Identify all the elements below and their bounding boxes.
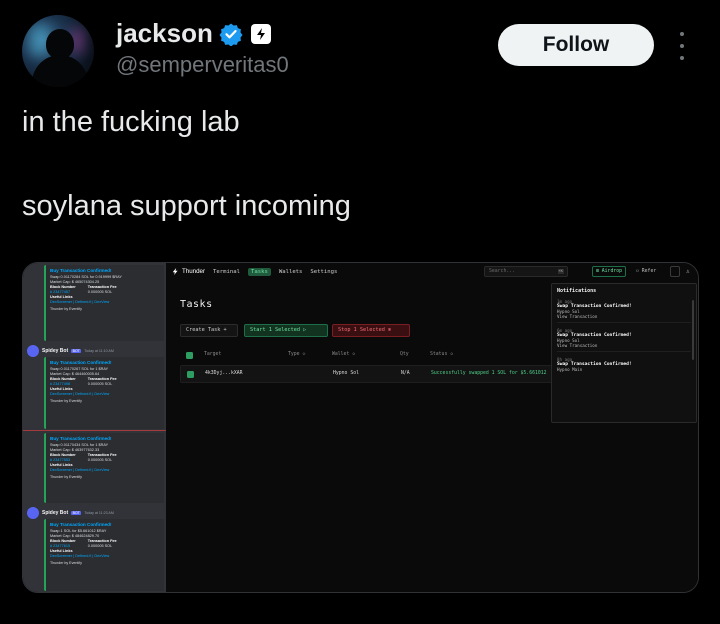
user-handle[interactable]: @semperveritas0: [116, 52, 289, 78]
embed-links[interactable]: DexScreener | Defined.fi | DexView: [50, 392, 160, 397]
message-time: Today at 11:23 AM: [84, 511, 114, 515]
select-all-checkbox[interactable]: [186, 352, 193, 359]
table-header: Target Type ◇ Wallet ◇ Qty Status ◇: [180, 351, 560, 361]
notification-item[interactable]: 6m ago Swap Transaction Confirmed! Hypno…: [557, 328, 691, 352]
notifications-scrollbar[interactable]: [692, 300, 694, 360]
row-wallet: Hypno Sol: [333, 371, 359, 376]
embed-footer: Thunder by Eventify: [50, 475, 82, 479]
profile-icon[interactable]: ♙: [686, 266, 694, 277]
shortcut-hint: ⌘K: [557, 269, 564, 274]
embed-links[interactable]: DexScreener | Defined.fi | DexView: [50, 300, 160, 305]
thunder-app: Thunder Terminal Tasks Wallets Settings …: [166, 263, 698, 592]
create-task-button[interactable]: Create Task +: [180, 324, 238, 337]
brand-label: Thunder: [182, 268, 206, 275]
avatar-figure: [32, 55, 88, 87]
tweet-text-line: soylana support incoming: [22, 190, 351, 222]
notification-item[interactable]: 8h ago Swap Transaction Confirmed! Hypno…: [557, 357, 691, 375]
discord-embed: Buy Transaction Confirmed! Swap 0.011702…: [44, 357, 164, 429]
embed-title: Buy Transaction Confirmed!: [50, 436, 112, 441]
header-target[interactable]: Target: [204, 352, 221, 357]
affiliate-badge-icon[interactable]: [250, 23, 271, 44]
discord-pane: Buy Transaction Confirmed! Swap 0.011702…: [23, 263, 166, 592]
bot-tag: BOT: [71, 349, 82, 353]
header-wallet[interactable]: Wallet ◇: [332, 352, 355, 357]
nav-terminal[interactable]: Terminal: [213, 269, 240, 275]
row-target: 4k3Dyj...kXAR: [205, 371, 243, 376]
row-checkbox[interactable]: [187, 371, 194, 378]
embed-fields: Block Number # 23477498 Transaction Fee 0.…: [50, 377, 160, 387]
search-input[interactable]: Search... ⌘K: [484, 266, 568, 277]
discord-embed: Buy Transaction Confirmed! Swap 1 SOL fo…: [44, 519, 164, 591]
bot-avatar[interactable]: [27, 507, 39, 519]
bot-avatar[interactable]: [27, 345, 39, 357]
row-qty: N/A: [401, 371, 410, 376]
app-brand[interactable]: Thunder: [172, 268, 205, 275]
header-qty[interactable]: Qty: [400, 352, 409, 357]
embed-footer: Thunder by Eventify: [50, 399, 82, 403]
thunder-logo-icon: [172, 268, 178, 275]
row-status: Successfully swapped 1 SOL for $5.661012: [431, 371, 547, 376]
table-row[interactable]: 4k3Dyj...kXAR Hypno Sol N/A Successfully…: [180, 365, 560, 383]
notifications-panel: Notifications 1m ago Swap Transaction Co…: [551, 283, 697, 423]
notification-bell-icon[interactable]: [670, 266, 680, 277]
discord-embed: Buy Transaction Confirmed! Swap 0.011702…: [44, 265, 164, 341]
embed-footer: Thunder by Eventify: [50, 561, 82, 565]
notification-item[interactable]: 1m ago Swap Transaction Confirmed! Hypno…: [557, 299, 691, 323]
view-transaction-link[interactable]: View Transaction: [557, 343, 691, 348]
embed-links[interactable]: DexScreener | Defined.fi | DexView: [50, 468, 160, 473]
tweet-text-line: in the fucking lab: [22, 106, 240, 138]
bot-name[interactable]: Spidey Bot: [42, 348, 68, 354]
avatar[interactable]: [22, 15, 94, 87]
nav-wallets[interactable]: Wallets: [279, 269, 303, 275]
verified-badge-icon: [219, 23, 243, 46]
nav-tasks[interactable]: Tasks: [248, 267, 271, 276]
embed-field-value: 0.000005 SOL: [87, 458, 113, 462]
start-selected-button[interactable]: Start 1 Selected ▷: [244, 324, 328, 337]
name-row: jackson: [116, 18, 271, 49]
view-transaction-link[interactable]: View Transaction: [557, 314, 691, 319]
embed-title: Buy Transaction Confirmed!: [50, 360, 112, 365]
more-options-icon[interactable]: [676, 32, 688, 60]
stop-selected-button[interactable]: Stop 1 Selected ⊗: [332, 324, 410, 337]
embed-field-value: 0.000005 SOL: [87, 290, 113, 294]
follow-button[interactable]: Follow: [498, 24, 654, 66]
embed-fields: Block Number # 23477553 Transaction Fee 0.…: [50, 453, 160, 463]
embed-fields: Block Number # 23477457 Transaction Fee 0.…: [50, 285, 160, 295]
search-placeholder: Search...: [489, 269, 515, 274]
airdrop-button[interactable]: ⊞ Airdrop: [592, 266, 626, 277]
lightning-icon: [256, 27, 265, 40]
discord-embed: Buy Transaction Confirmed! Swap 0.011704…: [44, 433, 164, 503]
header-status[interactable]: Status ◇: [430, 352, 453, 357]
bot-message-header: Spidey Bot BOT Today at 11:23 AM: [27, 507, 114, 519]
embed-title: Buy Transaction Confirmed!: [50, 522, 112, 527]
notification-wallet: Hypno Main: [557, 367, 583, 372]
new-messages-divider: [23, 430, 166, 431]
embed-fields: Block Number # 23477615 Transaction Fee 0.…: [50, 539, 160, 549]
bot-name[interactable]: Spidey Bot: [42, 510, 68, 516]
header-type[interactable]: Type ◇: [288, 352, 305, 357]
embed-title: Buy Transaction Confirmed!: [50, 268, 112, 273]
nav-settings[interactable]: Settings: [310, 269, 337, 275]
refer-label: Refer: [641, 269, 657, 274]
refer-button[interactable]: ⚇ Refer: [636, 266, 656, 277]
airdrop-label: Airdrop: [601, 269, 622, 274]
embed-field-value: 0.000005 SOL: [87, 544, 113, 548]
notifications-title: Notifications: [557, 288, 597, 294]
tweet-media-image[interactable]: Buy Transaction Confirmed! Swap 0.011702…: [22, 262, 699, 593]
display-name[interactable]: jackson: [116, 18, 213, 49]
embed-links[interactable]: DexScreener | Defined.fi | DexView: [50, 554, 160, 559]
embed-footer: Thunder by Eventify: [50, 307, 82, 311]
message-time: Today at 11:10 AM: [84, 349, 114, 353]
page-title: Tasks: [180, 299, 213, 310]
bot-message-header: Spidey Bot BOT Today at 11:10 AM: [27, 345, 114, 357]
embed-field-value: 0.000005 SOL: [87, 382, 113, 386]
bot-tag: BOT: [71, 511, 82, 515]
